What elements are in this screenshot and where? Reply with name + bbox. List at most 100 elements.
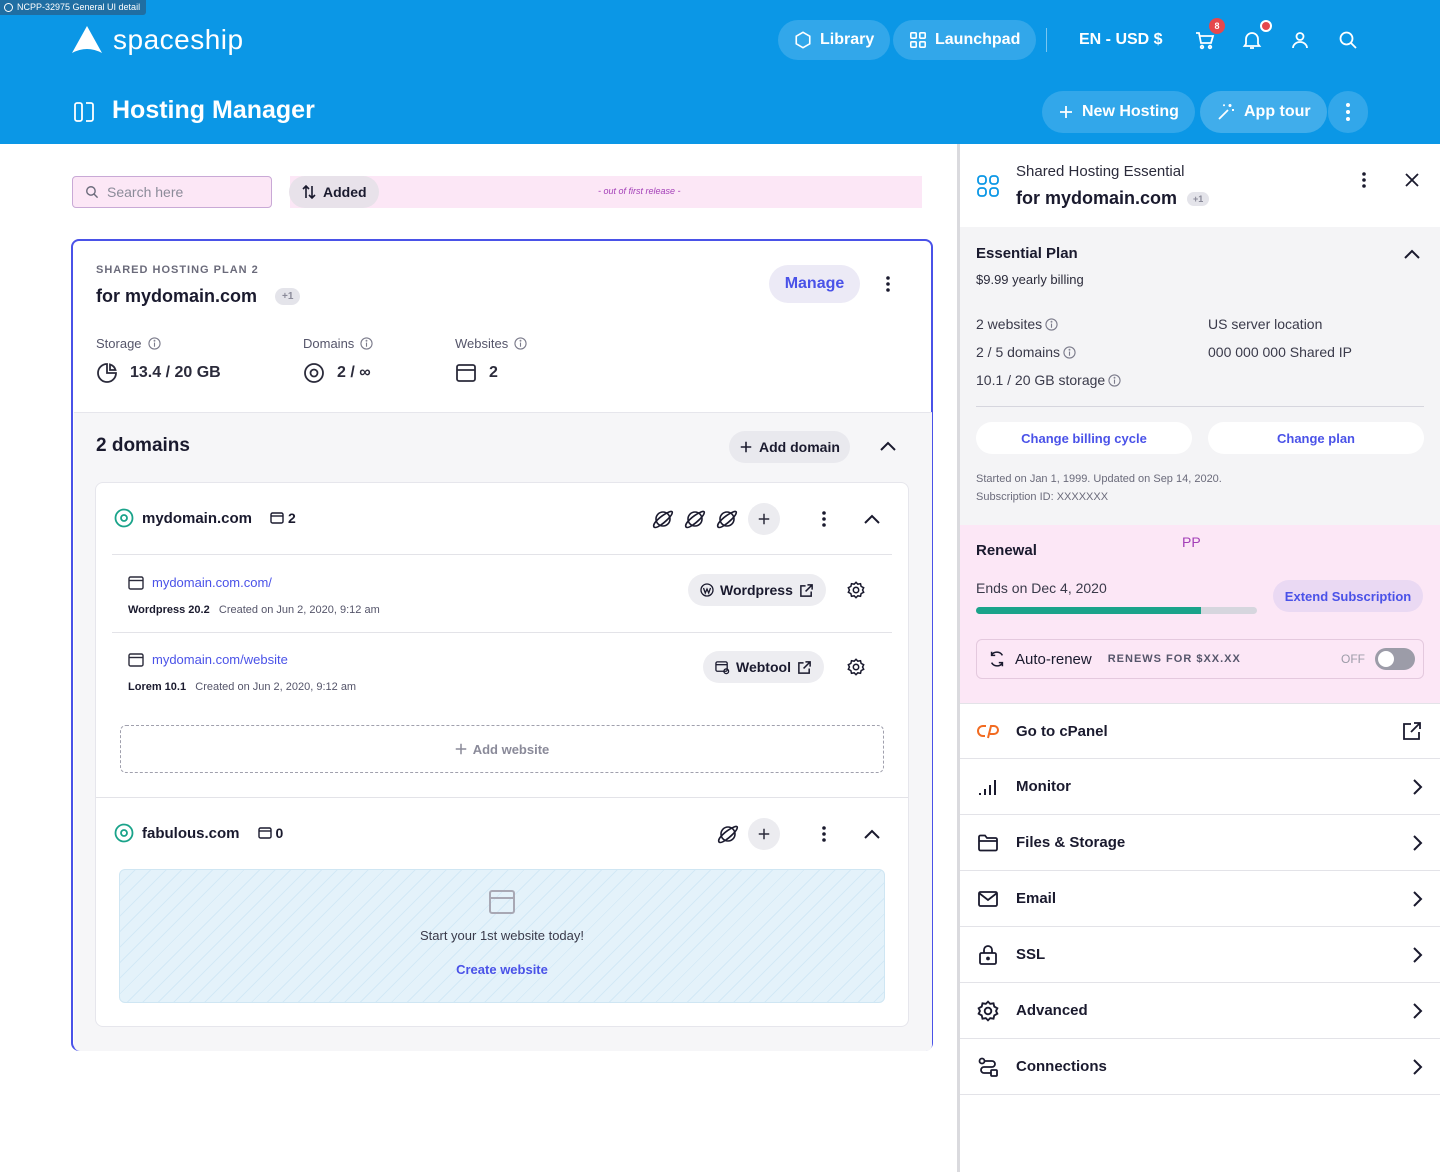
menu-item-ssl[interactable]: SSL [960, 927, 1440, 983]
info-icon[interactable] [1063, 345, 1076, 359]
info-icon[interactable] [360, 337, 373, 350]
domain-kebab-icon[interactable] [822, 511, 826, 527]
app-tour-button[interactable]: App tour [1200, 91, 1327, 133]
renewal-progress-fill [976, 607, 1201, 614]
cpanel-icon [977, 725, 999, 739]
hosting-manager-icon [72, 100, 96, 124]
collapse-domain-icon[interactable] [863, 828, 881, 840]
extend-subscription-button[interactable]: Extend Subscription [1273, 580, 1423, 612]
info-icon[interactable] [1045, 317, 1058, 331]
envelope-icon [978, 890, 998, 907]
chevron-right-icon [1413, 1002, 1423, 1019]
add-website-button[interactable]: Add website [120, 725, 884, 773]
panel-title: for mydomain.com +1 [1016, 188, 1210, 209]
collapse-domain-icon[interactable] [863, 513, 881, 525]
close-icon[interactable] [1405, 173, 1419, 187]
manage-button[interactable]: Manage [769, 265, 860, 303]
menu-item-monitor[interactable]: Monitor [960, 759, 1440, 815]
spec-location: US server location [1208, 316, 1323, 332]
collapse-domains-icon[interactable] [879, 440, 897, 452]
site-settings-gear-icon[interactable] [847, 658, 865, 676]
menu-item-email[interactable]: Email [960, 871, 1440, 927]
change-billing-button[interactable]: Change billing cycle [976, 422, 1192, 454]
add-app-button[interactable] [748, 503, 780, 535]
divider [96, 797, 908, 798]
frame-label: NCPP-32975 General UI detail [0, 0, 147, 15]
plus-icon [1060, 106, 1072, 118]
domains-title: 2 domains [96, 435, 190, 456]
browser-window-icon [257, 827, 272, 839]
bell-icon[interactable] [1242, 30, 1262, 50]
planet-icon[interactable] [683, 507, 707, 531]
cart-icon[interactable] [1195, 30, 1215, 50]
site-settings-gear-icon[interactable] [847, 581, 865, 599]
plan-kebab-icon[interactable] [886, 276, 890, 292]
rocket-logo-icon [72, 26, 102, 53]
browser-window-icon [488, 889, 516, 915]
domain-target-icon [114, 823, 134, 843]
locale-selector[interactable]: EN - USD $ [1079, 31, 1163, 49]
plus-icon [455, 743, 466, 755]
site-url-link[interactable]: mydomain.com/website [152, 652, 288, 667]
sort-button[interactable]: Added [289, 176, 379, 208]
chevron-right-icon [1413, 834, 1423, 851]
collapse-plan-icon[interactable] [1403, 248, 1421, 260]
divider [112, 554, 892, 555]
info-icon[interactable] [147, 337, 161, 350]
spec-ip: 000 000 000 Shared IP [1208, 344, 1353, 360]
domain-kebab-icon[interactable] [822, 826, 826, 842]
webtool-button[interactable]: Webtool [703, 651, 824, 683]
search-icon[interactable] [1338, 30, 1358, 50]
add-app-button[interactable] [748, 818, 780, 850]
add-domain-button[interactable]: Add domain [729, 431, 850, 463]
planet-icon[interactable] [716, 822, 740, 846]
grid-icon [909, 31, 927, 49]
spec-domains: 2 / 5 domains [976, 344, 1076, 360]
websites-label: Websites [455, 336, 527, 351]
library-button[interactable]: Library [778, 20, 891, 60]
panel-kebab-icon[interactable] [1362, 172, 1366, 188]
auto-renew-toggle[interactable] [1375, 648, 1415, 670]
search-field[interactable]: Search here [72, 176, 272, 208]
menu-item-files-storage[interactable]: Files & Storage [960, 815, 1440, 871]
domain-row-mydomain[interactable]: mydomain.com 2 [114, 508, 296, 528]
planet-icon[interactable] [651, 507, 675, 531]
site-meta: Wordpress 20.2 Created on Jun 2, 2020, 9… [128, 604, 380, 616]
websites-stat: 2 [455, 362, 498, 384]
menu-item-cpanel[interactable]: Go to cPanel [960, 703, 1440, 759]
plus-icon [758, 828, 770, 840]
pp-marker: PP [1182, 534, 1201, 550]
wordpress-icon [700, 583, 714, 597]
menu-item-connections[interactable]: Connections [960, 1039, 1440, 1095]
subscription-id: Subscription ID: XXXXXXX [976, 491, 1109, 503]
plan-dates: Started on Jan 1, 1999. Updated on Sep 1… [976, 473, 1222, 485]
more-options-button[interactable] [1328, 91, 1368, 133]
site-url-link[interactable]: mydomain.com.com/ [152, 575, 272, 590]
plus-icon [758, 513, 770, 525]
planet-icon[interactable] [715, 507, 739, 531]
info-icon[interactable] [1108, 373, 1121, 387]
lock-icon [979, 944, 997, 965]
chevron-right-icon [1413, 946, 1423, 963]
header-divider [1046, 28, 1047, 52]
spec-websites: 2 websites [976, 316, 1058, 332]
menu-item-advanced[interactable]: Advanced [960, 983, 1440, 1039]
renewal-progress [976, 607, 1257, 614]
chevron-right-icon [1413, 1058, 1423, 1075]
user-icon[interactable] [1290, 30, 1310, 50]
info-icon[interactable] [514, 337, 527, 350]
external-link-icon [798, 660, 811, 674]
magic-wand-icon [1218, 104, 1234, 120]
wordpress-button[interactable]: Wordpress [688, 574, 826, 606]
create-website-link[interactable]: Create website [119, 962, 885, 977]
spaceship-logo[interactable]: spaceship [71, 24, 244, 56]
renewal-end-date: Ends on Dec 4, 2020 [976, 580, 1107, 596]
new-hosting-button[interactable]: New Hosting [1042, 91, 1195, 133]
hexagon-icon [795, 31, 811, 49]
launchpad-button[interactable]: Launchpad [893, 20, 1037, 60]
refresh-icon [990, 651, 1004, 667]
page-title: Hosting Manager [112, 96, 315, 124]
domain-row-fabulous[interactable]: fabulous.com 0 [114, 823, 283, 843]
change-plan-button[interactable]: Change plan [1208, 422, 1424, 454]
browser-window-icon [128, 575, 144, 590]
